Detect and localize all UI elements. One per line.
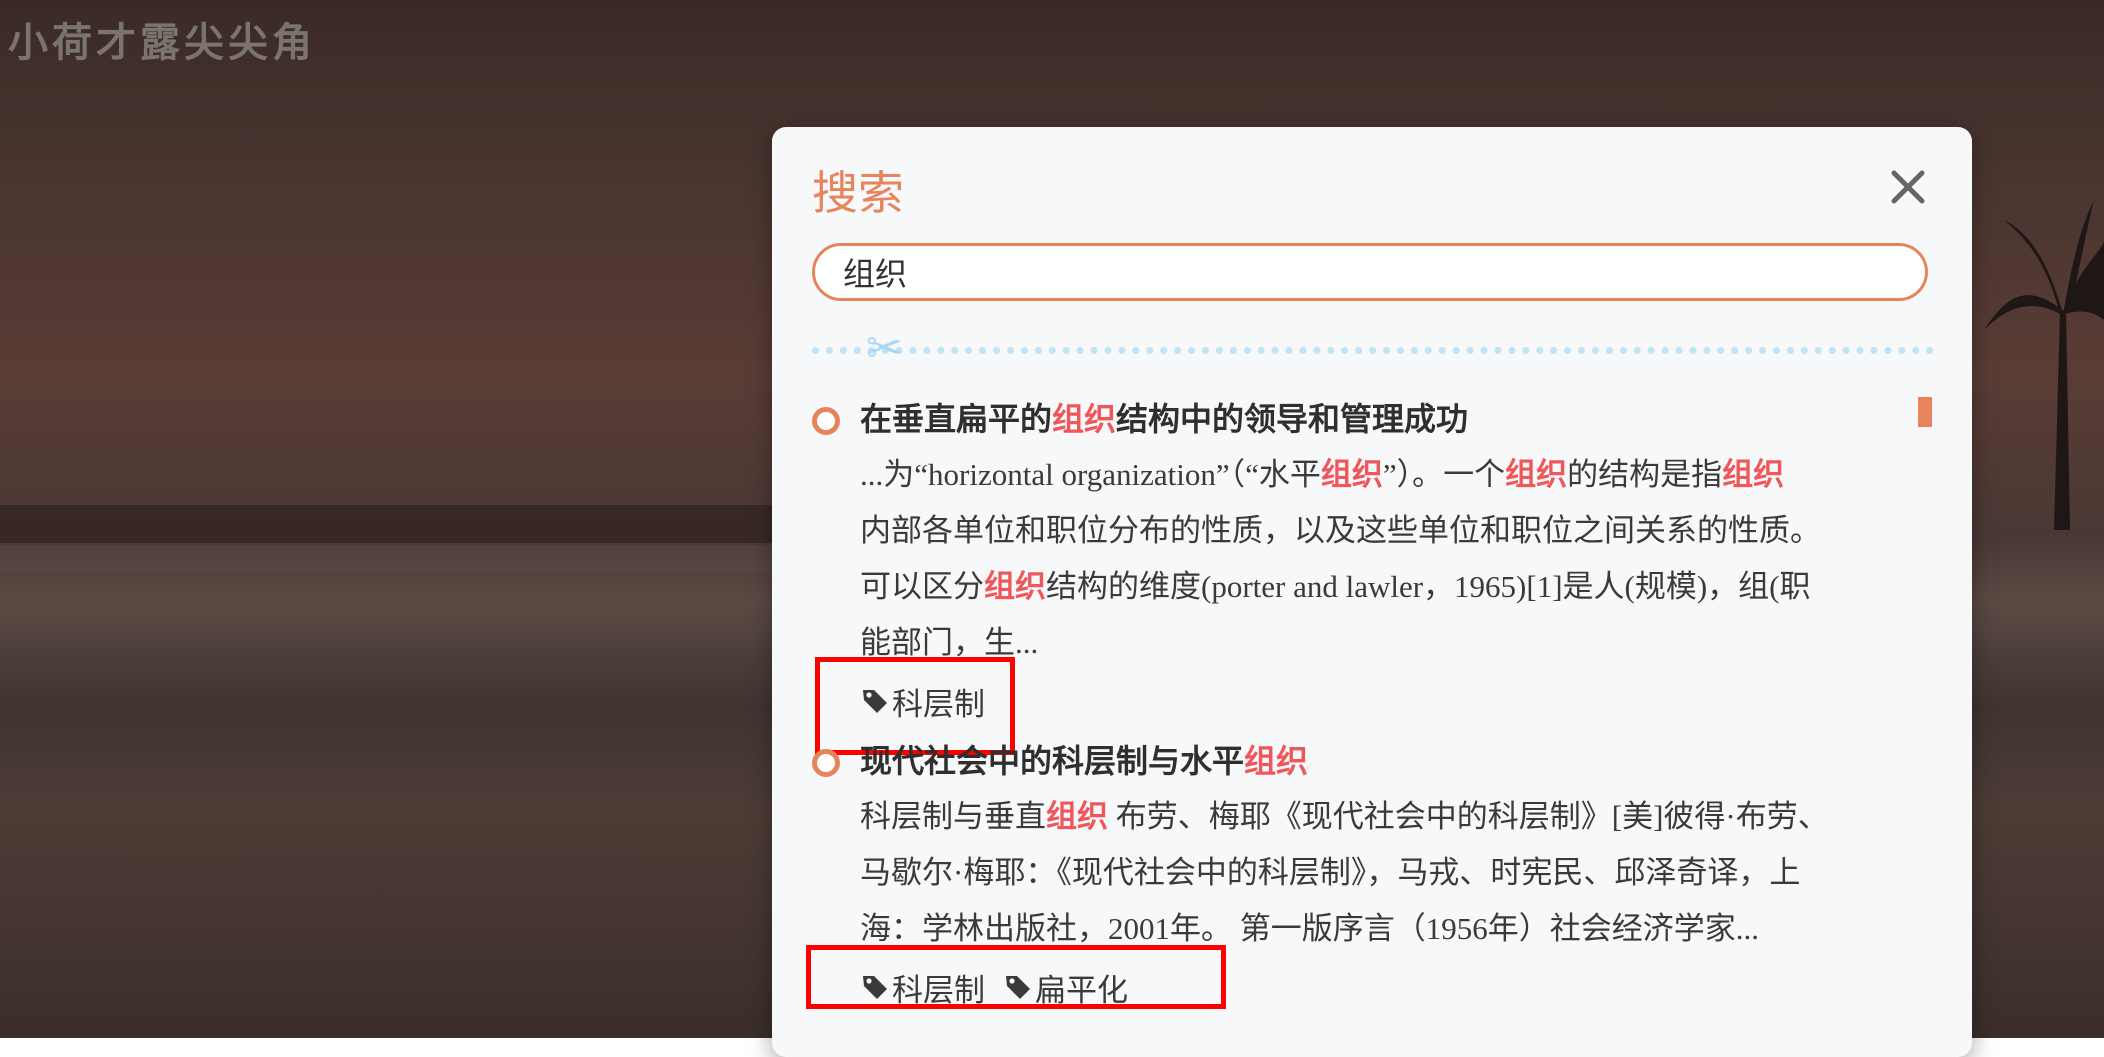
search-input-container[interactable] bbox=[812, 243, 1928, 301]
snippet-line: 能部门，生... bbox=[860, 625, 1039, 660]
background-water-reflection bbox=[0, 545, 780, 573]
result-bullet-icon bbox=[812, 749, 840, 777]
site-title[interactable]: 小荷才露尖尖角 bbox=[8, 10, 316, 68]
search-modal: 搜索 ✂ 在垂直扁平的组织结构中的领导和管理成功 ...为“horizontal… bbox=[772, 127, 1972, 1057]
result-snippet: 科层制与垂直组织 布劳、梅耶《现代社会中的科层制》[美]彼得·布劳、 马歇尔·梅… bbox=[860, 789, 1892, 957]
snippet-line: 内部各单位和职位分布的性质，以及这些单位和职位之间关系的性质。 bbox=[860, 513, 1821, 548]
search-result[interactable]: 现代社会中的科层制与水平组织 科层制与垂直组织 布劳、梅耶《现代社会中的科层制》… bbox=[806, 737, 1892, 1017]
search-result[interactable]: 在垂直扁平的组织结构中的领导和管理成功 ...为“horizontal orga… bbox=[812, 395, 1892, 755]
result-title-link[interactable]: 现代社会中的科层制与水平组织 bbox=[860, 737, 1892, 785]
scrollbar-thumb[interactable] bbox=[1918, 397, 1932, 427]
snippet-line: ...为“horizontal organization”（“水平组织”）。一个… bbox=[860, 457, 1785, 492]
result-snippet: ...为“horizontal organization”（“水平组织”）。一个… bbox=[860, 447, 1892, 671]
tag-link[interactable]: 科层制 bbox=[860, 965, 985, 1010]
tag-link[interactable]: 扁平化 bbox=[1003, 965, 1128, 1010]
snippet-line: 科层制与垂直组织 布劳、梅耶《现代社会中的科层制》[美]彼得·布劳、 bbox=[860, 799, 1829, 834]
snippet-line: 马歇尔·梅耶：《现代社会中的科层制》，马戎、时宪民、邱泽奇译，上 bbox=[860, 855, 1801, 890]
tag-icon bbox=[1006, 976, 1030, 999]
palm-tree-silhouette bbox=[1984, 200, 2104, 530]
tag-label: 科层制 bbox=[892, 972, 985, 1009]
background-water-band bbox=[0, 505, 780, 543]
search-input[interactable] bbox=[815, 246, 1925, 298]
snippet-line: 海：学林出版社，2001年。 第一版序言（1956年）社会经济学家... bbox=[860, 911, 1759, 946]
result-tags: 科层制 bbox=[815, 657, 1892, 755]
scissors-icon: ✂ bbox=[866, 323, 903, 374]
search-results: 在垂直扁平的组织结构中的领导和管理成功 ...为“horizontal orga… bbox=[806, 395, 1892, 1023]
tag-label: 扁平化 bbox=[1035, 972, 1128, 1009]
tag-label: 科层制 bbox=[892, 686, 985, 723]
snippet-line: 可以区分组织结构的维度(porter and lawler，1965)[1]是人… bbox=[860, 569, 1811, 604]
result-title-link[interactable]: 在垂直扁平的组织结构中的领导和管理成功 bbox=[860, 395, 1892, 443]
tag-link[interactable]: 科层制 bbox=[860, 679, 985, 724]
result-bullet-icon bbox=[812, 407, 840, 435]
close-button[interactable] bbox=[1890, 169, 1926, 205]
result-tags: 科层制 扁平化 bbox=[806, 945, 1892, 1017]
tag-icon bbox=[863, 976, 887, 999]
search-modal-title: 搜索 bbox=[812, 166, 904, 220]
divider bbox=[812, 347, 1934, 362]
tag-icon bbox=[863, 690, 887, 713]
close-icon bbox=[1891, 170, 1925, 204]
